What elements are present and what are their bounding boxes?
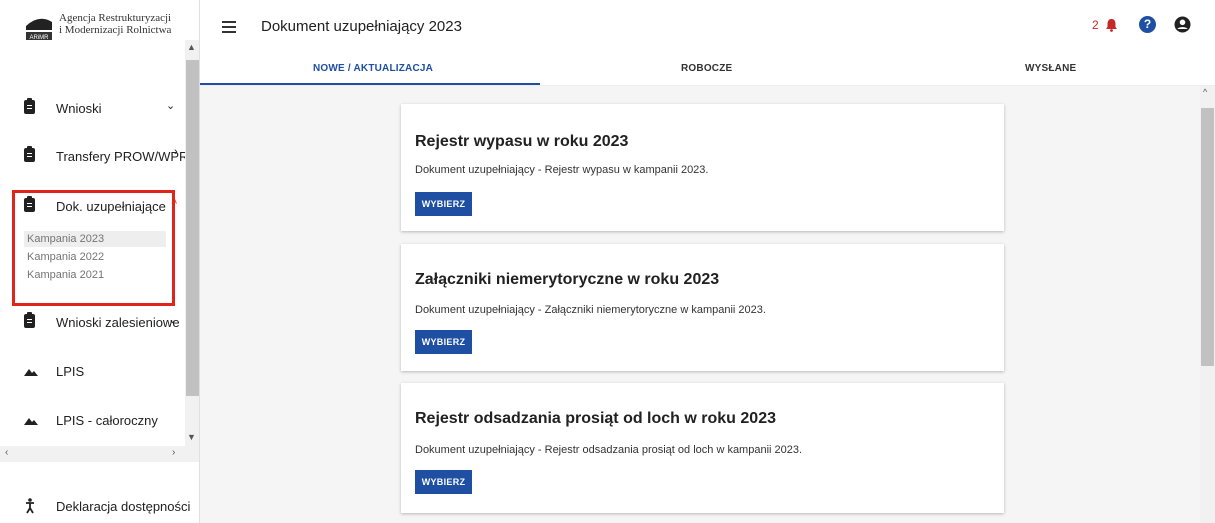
- sidebar-vertical-scrollbar[interactable]: ▲ ▼: [185, 40, 199, 450]
- logo-line-2: i Modernizacji Rolnictwa: [59, 24, 172, 36]
- notification-count[interactable]: 2: [1092, 18, 1099, 32]
- card-title: Rejestr odsadzania prosiąt od loch w rok…: [415, 410, 776, 427]
- accessibility-icon: [24, 498, 38, 514]
- card-title: Załączniki niemerytoryczne w roku 2023: [415, 271, 720, 288]
- account-icon[interactable]: [1174, 16, 1191, 33]
- sidebar-item-lpis-caloroczny[interactable]: LPIS - całoroczny: [24, 410, 158, 430]
- page-title: Dokument uzupełniający 2023: [261, 18, 462, 35]
- sidebar-item-deklaracja-dostepnosci[interactable]: Deklaracja dostępności: [24, 496, 190, 516]
- terrain-icon: [24, 412, 38, 428]
- sidebar-item-label: LPIS - całoroczny: [56, 412, 158, 428]
- arimr-logo[interactable]: ARiMR Agencja Restrukturyzacji i Moderni…: [24, 12, 171, 42]
- scroll-left-arrow-icon[interactable]: ‹: [5, 447, 8, 458]
- wybierz-button[interactable]: WYBIERZ: [415, 192, 472, 216]
- document-card: Rejestr wypasu w roku 2023 Dokument uzup…: [401, 104, 1004, 231]
- menu-icon[interactable]: [222, 21, 236, 33]
- tab-wyslane[interactable]: WYSŁANE: [1025, 63, 1076, 74]
- wybierz-button[interactable]: WYBIERZ: [415, 330, 472, 354]
- clipboard-icon: [24, 312, 38, 330]
- card-description: Dokument uzupełniający - Rejestr wypasu …: [415, 164, 709, 176]
- bell-icon[interactable]: [1105, 18, 1118, 32]
- sidebar-item-transfery[interactable]: Transfery PROW/WPR: [24, 146, 188, 166]
- sidebar-item-label: Wnioski: [56, 100, 102, 116]
- scrollbar-thumb[interactable]: [186, 60, 199, 396]
- sidebar-horizontal-scrollbar[interactable]: ‹ ›: [0, 446, 199, 462]
- card-description: Dokument uzupełniający - Załączniki niem…: [415, 304, 766, 316]
- document-card: Załączniki niemerytoryczne w roku 2023 D…: [401, 244, 1004, 371]
- document-card: Rejestr odsadzania prosiąt od loch w rok…: [401, 383, 1004, 513]
- tab-robocze[interactable]: ROBOCZE: [681, 63, 732, 74]
- card-description: Dokument uzupełniający - Rejestr odsadza…: [415, 444, 803, 456]
- logo-badge-text: ARiMR: [30, 35, 50, 41]
- top-app-bar: Dokument uzupełniający 2023 2 ?: [200, 0, 1215, 52]
- logo-line-1: Agencja Restrukturyzacji: [59, 12, 172, 24]
- scroll-right-arrow-icon[interactable]: ›: [172, 447, 175, 458]
- help-icon[interactable]: ?: [1139, 16, 1156, 33]
- main-vertical-scrollbar[interactable]: ^: [1200, 86, 1215, 523]
- sidebar-item-label: LPIS: [56, 363, 85, 379]
- highlight-annotation-box: [12, 190, 175, 306]
- scrollbar-thumb[interactable]: [1201, 108, 1214, 366]
- sidebar-item-wnioski[interactable]: Wnioski: [24, 98, 102, 118]
- active-tab-indicator: [200, 83, 540, 85]
- chevron-right-icon[interactable]: ›: [174, 146, 178, 158]
- scroll-up-arrow-icon[interactable]: ^: [1203, 87, 1207, 97]
- sidebar-item-label: Wnioski zalesieniowe: [56, 314, 180, 330]
- sidebar-item-wnioski-zalesieniowe[interactable]: Wnioski zalesieniowe: [24, 312, 180, 332]
- clipboard-icon: [24, 146, 38, 164]
- tab-bar: NOWE / AKTUALIZACJA ROBOCZE WYSŁANE: [200, 52, 1215, 86]
- sidebar-item-label: Deklaracja dostępności: [56, 498, 191, 514]
- chevron-down-icon[interactable]: ⌄: [166, 99, 175, 112]
- clipboard-icon: [24, 98, 38, 116]
- chevron-down-icon[interactable]: ⌄: [168, 313, 177, 326]
- sidebar-item-label: Transfery PROW/WPR: [56, 148, 189, 164]
- sidebar-item-lpis[interactable]: LPIS: [24, 361, 84, 381]
- scroll-down-arrow-icon[interactable]: ▼: [187, 432, 196, 442]
- card-title: Rejestr wypasu w roku 2023: [415, 133, 629, 150]
- sidebar: ARiMR Agencja Restrukturyzacji i Moderni…: [0, 0, 200, 523]
- wybierz-button[interactable]: WYBIERZ: [415, 470, 472, 494]
- arimr-logo-icon: ARiMR: [24, 12, 54, 42]
- tab-nowe-aktualizacja[interactable]: NOWE / AKTUALIZACJA: [313, 63, 433, 74]
- terrain-icon: [24, 363, 38, 379]
- scroll-up-arrow-icon[interactable]: ▲: [187, 42, 196, 52]
